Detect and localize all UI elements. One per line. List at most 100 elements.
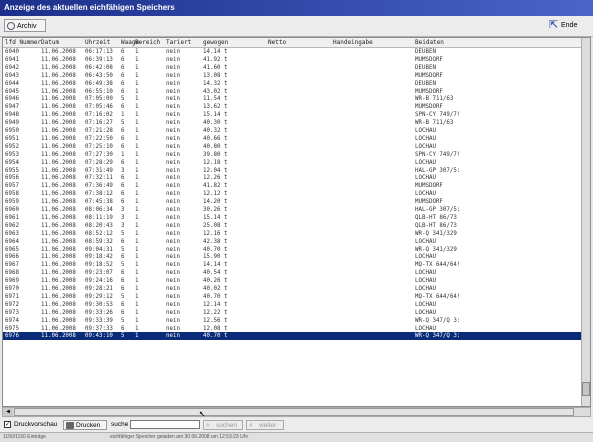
table-row[interactable]: 6951 11.06.2008 07:22:50 6 1 nein 40.66 t LOCHA… xyxy=(3,135,583,143)
table-row[interactable]: 6974 11.06.2008 09:33:39 5 1 nein 12.56 t WR-Q … xyxy=(3,317,583,325)
print-button[interactable]: Drucken xyxy=(63,420,107,430)
table-row[interactable]: 6976 11.06.2008 09:43:10 5 1 nein 40.70 t WR-Q … xyxy=(3,332,583,341)
table-row[interactable]: 6958 11.06.2008 07:38:12 6 1 nein 12.12 t LOCHA… xyxy=(3,190,583,198)
column-header-datum[interactable]: Datum xyxy=(41,38,59,47)
column-header-gewogen[interactable]: gewogen xyxy=(203,38,228,47)
horizontal-scrollbar[interactable]: ◀ xyxy=(2,407,591,417)
table-cell-beidaten: WR-Q 347/Q 3: xyxy=(415,317,461,324)
table-cell-handeingabe xyxy=(333,261,413,269)
table-row[interactable]: 6947 11.06.2008 07:05:46 6 1 nein 13.62 t MUMSD… xyxy=(3,103,583,111)
vertical-scrollbar-thumb[interactable] xyxy=(582,382,590,396)
table-row[interactable]: 6942 11.06.2008 06:42:08 6 1 nein 41.60 t DEUBE… xyxy=(3,64,583,72)
table-cell-waage: 6 xyxy=(121,183,125,190)
archive-button[interactable]: Archiv xyxy=(4,19,46,32)
table-cell-uhrzeit: 07:25:10 xyxy=(85,143,113,150)
table-cell-handeingabe xyxy=(333,238,413,246)
table-cell-lfd-nummer: 6940 xyxy=(5,49,19,55)
table-cell-bereich: 1 xyxy=(135,135,139,142)
table-row[interactable]: 6962 11.06.2008 08:20:43 3 1 nein 25.08 t QLB-H… xyxy=(3,222,583,230)
table-cell-datum: 11.06.2008 xyxy=(41,120,76,127)
table-cell-uhrzeit: 07:45:38 xyxy=(85,199,113,206)
table-row[interactable]: 6948 11.06.2008 07:16:02 1 1 nein 15.14 t SPN-C… xyxy=(3,111,583,119)
table-row[interactable]: 6972 11.06.2008 09:30:53 6 1 nein 12.14 t LOCHA… xyxy=(3,301,583,309)
table-row[interactable]: 6956 11.06.2008 07:32:11 6 1 nein 12.26 t LOCHA… xyxy=(3,174,583,182)
table-cell-waage: 6 xyxy=(121,199,125,206)
table-row[interactable]: 6952 11.06.2008 07:25:10 6 1 nein 40.80 t LOCHA… xyxy=(3,143,583,151)
table-cell-tariert: nein xyxy=(166,112,180,119)
table-cell-netto xyxy=(268,301,331,309)
next-button[interactable]: ⌕ weiter xyxy=(246,420,284,430)
search-button[interactable]: ⌕ suchen xyxy=(203,420,243,430)
table-cell-waage: 6 xyxy=(121,159,125,166)
scroll-left-icon[interactable]: ◀ xyxy=(3,408,13,416)
table-cell-waage: 3 xyxy=(121,207,125,213)
table-cell-handeingabe xyxy=(333,119,413,127)
table-cell-uhrzeit: 06:49:38 xyxy=(85,80,113,87)
table-row[interactable]: 6963 11.06.2008 08:52:12 5 1 nein 12.16 t WR-Q … xyxy=(3,230,583,238)
table-cell-datum: 11.06.2008 xyxy=(41,159,76,166)
table-row[interactable]: 6941 11.06.2008 06:39:13 6 1 nein 41.92 t MUMSD… xyxy=(3,56,583,64)
table-row[interactable]: 6957 11.06.2008 07:36:49 6 1 nein 41.82 t MUMSD… xyxy=(3,182,583,190)
table-cell-datum: 11.06.2008 xyxy=(41,222,76,229)
table-row[interactable]: 6944 11.06.2008 06:49:38 6 1 nein 14.32 t DEUBE… xyxy=(3,80,583,88)
table-cell-handeingabe xyxy=(333,206,413,214)
table-cell-bereich: 1 xyxy=(135,222,139,229)
table-row[interactable]: 6940 11.06.2008 06:17:13 6 1 nein 14.14 t DEUBE… xyxy=(3,48,583,56)
table-row[interactable]: 6946 11.06.2008 07:05:00 5 1 nein 11.54 t WR-B … xyxy=(3,95,583,103)
table-row[interactable]: 6949 11.06.2008 07:16:27 5 1 nein 40.30 t WR-B … xyxy=(3,119,583,127)
table-cell-datum: 11.06.2008 xyxy=(41,135,76,142)
preview-checkbox[interactable]: ✓ xyxy=(4,421,11,428)
table-cell-bereich: 1 xyxy=(135,120,139,127)
end-button[interactable]: ⇱ Ende xyxy=(547,19,587,32)
table-row[interactable]: 6945 11.06.2008 06:55:10 6 1 nein 43.02 t MUMSD… xyxy=(3,88,583,96)
table-row[interactable]: 6959 11.06.2008 07:45:38 6 1 nein 14.20 t MUMSD… xyxy=(3,198,583,206)
table-cell-waage: 5 xyxy=(121,246,125,253)
table-cell-waage: 6 xyxy=(121,270,125,277)
table-row[interactable]: 6970 11.06.2008 09:28:21 6 1 nein 40.02 t LOCHA… xyxy=(3,285,583,293)
search-input[interactable] xyxy=(130,420,200,429)
table-row[interactable]: 6950 11.06.2008 07:21:28 6 1 nein 40.32 t LOCHA… xyxy=(3,127,583,135)
data-table[interactable]: lfd Nummer Datum Uhrzeit Waage Bereich Tarier… xyxy=(2,37,591,407)
table-row[interactable]: 6966 11.06.2008 09:18:42 6 1 nein 15.90 t LOCHA… xyxy=(3,253,583,261)
table-cell-gewogen: 12.22 t xyxy=(203,309,228,316)
table-row[interactable]: 6961 11.06.2008 08:11:19 3 1 nein 15.14 t QLB-H… xyxy=(3,214,583,222)
table-row[interactable]: 6953 11.06.2008 07:27:30 1 1 nein 39.80 t SPN-C… xyxy=(3,151,583,159)
column-header-bereich[interactable]: Bereich xyxy=(135,38,160,47)
column-header-uhrzeit[interactable]: Uhrzeit xyxy=(85,38,110,47)
horizontal-scrollbar-thumb[interactable] xyxy=(14,408,574,416)
table-cell-uhrzeit: 07:36:49 xyxy=(85,183,113,190)
table-cell-waage: 6 xyxy=(121,238,125,245)
table-row[interactable]: 6943 11.06.2008 06:43:50 6 1 nein 13.08 t MUMSD… xyxy=(3,72,583,80)
column-header-netto[interactable]: Netto xyxy=(268,38,286,47)
table-row[interactable]: 6969 11.06.2008 09:24:16 6 1 nein 40.26 t LOCHA… xyxy=(3,277,583,285)
table-cell-netto xyxy=(268,88,331,96)
table-cell-bereich: 1 xyxy=(135,143,139,150)
table-cell-lfd-nummer: 6970 xyxy=(5,286,19,292)
table-cell-lfd-nummer: 6943 xyxy=(5,72,19,79)
table-cell-netto xyxy=(268,72,331,80)
table-cell-waage: 5 xyxy=(121,262,125,269)
column-header-tariert[interactable]: Tariert xyxy=(166,38,191,47)
table-row[interactable]: 6975 11.06.2008 09:37:33 6 1 nein 12.08 t LOCHA… xyxy=(3,325,583,333)
table-row[interactable]: 6954 11.06.2008 07:28:29 6 1 nein 12.18 t LOCHA… xyxy=(3,159,583,167)
next-icon: ⌕ xyxy=(249,422,253,429)
table-cell-waage: 5 xyxy=(121,317,125,324)
table-cell-gewogen: 12.56 t xyxy=(203,317,228,324)
table-cell-uhrzeit: 08:52:12 xyxy=(85,230,113,237)
table-cell-tariert: nein xyxy=(166,254,180,261)
table-row[interactable]: 6964 11.06.2008 08:59:32 6 1 nein 42.38 t LOCHA… xyxy=(3,238,583,246)
column-header-handeingabe[interactable]: Handeingabe xyxy=(333,38,373,47)
table-row[interactable]: 6965 11.06.2008 09:04:31 5 1 nein 40.70 t WR-Q … xyxy=(3,246,583,254)
table-cell-datum: 11.06.2008 xyxy=(41,183,76,190)
column-header-lfd-nummer[interactable]: lfd Nummer xyxy=(5,38,41,47)
table-row[interactable]: 6971 11.06.2008 09:29:12 5 1 nein 40.70 t MQ-TX… xyxy=(3,293,583,301)
table-row[interactable]: 6968 11.06.2008 09:23:07 6 1 nein 40.54 t LOCHA… xyxy=(3,269,583,277)
vertical-scrollbar[interactable] xyxy=(581,38,590,406)
table-row[interactable]: 6955 11.06.2008 07:31:49 3 1 nein 12.04 t HAL-G… xyxy=(3,167,583,175)
column-header-beidaten[interactable]: Beidaten xyxy=(415,38,444,47)
table-row[interactable]: 6967 11.06.2008 09:18:52 5 1 nein 14.14 t MQ-TX… xyxy=(3,261,583,269)
table-row[interactable]: 6960 11.06.2008 08:06:34 3 1 nein 30.26 t HAL-G… xyxy=(3,206,583,214)
table-cell-beidaten: MQ-TX 644/64! xyxy=(415,293,461,300)
table-row[interactable]: 6973 11.06.2008 09:33:26 6 1 nein 12.22 t LOCHA… xyxy=(3,309,583,317)
table-cell-bereich: 1 xyxy=(135,301,139,308)
